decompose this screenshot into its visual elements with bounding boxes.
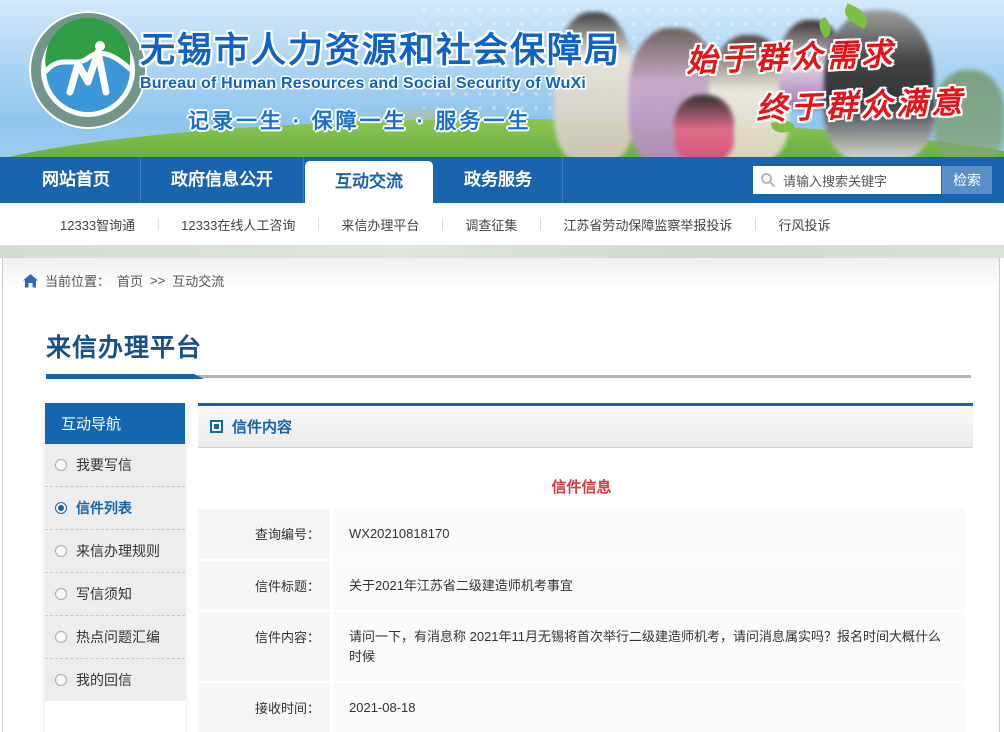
nav-item[interactable]: 政府信息公开 xyxy=(141,157,304,203)
home-icon xyxy=(23,274,38,288)
row-label: 信件内容： xyxy=(198,612,330,681)
bureau-logo-icon xyxy=(26,8,150,132)
radio-icon xyxy=(55,631,67,643)
sidebar-item-label: 热点问题汇编 xyxy=(76,627,160,647)
subnav-separator: ｜ xyxy=(534,216,546,233)
sidebar-item[interactable]: 热点问题汇编 xyxy=(45,616,185,659)
blue-square-icon xyxy=(210,420,223,433)
content-layout: 互动导航 我要写信信件列表来信办理规则写信须知热点问题汇编我的回信 信件内容 信… xyxy=(3,403,999,732)
letter-detail-table: 信件信息 查询编号：WX20210818170信件标题：关于2021年江苏省二级… xyxy=(198,468,965,732)
radio-icon xyxy=(55,545,67,557)
table-row: 查询编号：WX20210818170 xyxy=(198,509,965,559)
motto-line-1: 始于群众需求 xyxy=(685,28,896,80)
site-banner: 无锡市人力资源和社会保障局 Bureau of Human Resources … xyxy=(0,0,1004,157)
table-row: 信件标题：关于2021年江苏省二级建造师机考事宜 xyxy=(198,561,965,611)
sidebar-item[interactable]: 我要写信 xyxy=(45,444,185,487)
section-header: 信件内容 xyxy=(198,403,973,448)
subnav-separator: ｜ xyxy=(749,216,761,233)
sidebar-item[interactable]: 我的回信 xyxy=(45,659,185,701)
row-label: 接收时间： xyxy=(198,683,330,732)
page-container: 当前位置： 首页 >> 互动交流 来信办理平台 互动导航 我要写信信件列表来信办理… xyxy=(2,258,1000,732)
radio-icon xyxy=(55,502,67,514)
sidebar-items: 我要写信信件列表来信办理规则写信须知热点问题汇编我的回信 xyxy=(45,444,185,701)
site-title-english: Bureau of Human Resources and Social Sec… xyxy=(140,75,621,93)
subnav-item[interactable]: 江苏省劳动保障监察举报投诉 xyxy=(563,215,732,234)
sidebar-item[interactable]: 写信须知 xyxy=(45,573,185,616)
main-nav-items: 网站首页政府信息公开互动交流政务服务 xyxy=(0,157,563,203)
nav-item[interactable]: 互动交流 xyxy=(305,161,433,203)
site-slogan: 记录一生 · 保障一生 · 服务一生 xyxy=(188,105,621,135)
row-label: 信件标题： xyxy=(198,561,330,611)
subnav-item[interactable]: 行风投诉 xyxy=(778,215,830,234)
search-box: 检索 xyxy=(753,166,992,194)
search-button[interactable]: 检索 xyxy=(942,166,992,194)
subnav-separator: ｜ xyxy=(152,216,164,233)
radio-icon xyxy=(55,674,67,686)
subnav-item[interactable]: 12333在线人工咨询 xyxy=(181,215,295,234)
breadcrumb-prefix: 当前位置： xyxy=(45,271,110,290)
sidebar-item-label: 信件列表 xyxy=(76,498,132,518)
sidebar: 互动导航 我要写信信件列表来信办理规则写信须知热点问题汇编我的回信 xyxy=(45,403,185,732)
radio-icon xyxy=(55,588,67,600)
section-title: 信件内容 xyxy=(232,416,292,437)
nav-item[interactable]: 政务服务 xyxy=(434,157,563,203)
row-value: 2021-08-18 xyxy=(333,683,965,732)
decorative-strip xyxy=(0,246,1004,258)
subnav-item[interactable]: 12333智询通 xyxy=(60,215,135,234)
row-value: WX20210818170 xyxy=(333,509,965,559)
subnav-separator: ｜ xyxy=(312,216,324,233)
brand-block: 无锡市人力资源和社会保障局 Bureau of Human Resources … xyxy=(140,22,621,135)
sidebar-item[interactable]: 信件列表 xyxy=(45,487,185,530)
sidebar-item-label: 写信须知 xyxy=(76,584,132,604)
breadcrumb: 当前位置： 首页 >> 互动交流 xyxy=(3,258,999,302)
sidebar-header: 互动导航 xyxy=(45,403,185,444)
motto-line-2: 终于群众满意 xyxy=(755,76,966,128)
radio-icon xyxy=(55,459,67,471)
row-value: 请问一下，有消息称 2021年11月无锡将首次举行二级建造师机考，请问消息属实吗… xyxy=(333,612,965,681)
sidebar-item-label: 我要写信 xyxy=(76,455,132,475)
row-label: 查询编号： xyxy=(198,509,330,559)
subnav-item[interactable]: 调查征集 xyxy=(465,215,517,234)
secondary-navigation: 12333智询通 ｜ 12333在线人工咨询 ｜ 来信办理平台 ｜ 调查征集 ｜ 江苏省劳动保障… xyxy=(0,203,1004,246)
search-input[interactable] xyxy=(781,166,940,196)
page-title: 来信办理平台 xyxy=(46,328,999,364)
sidebar-item[interactable]: 来信办理规则 xyxy=(45,530,185,573)
main-navigation: 网站首页政府信息公开互动交流政务服务 检索 xyxy=(0,157,1004,203)
sidebar-item-label: 我的回信 xyxy=(76,670,132,690)
site-title: 无锡市人力资源和社会保障局 xyxy=(140,22,621,73)
table-title: 信件信息 xyxy=(198,468,965,509)
search-icon xyxy=(760,172,776,188)
main-panel: 信件内容 信件信息 查询编号：WX20210818170信件标题：关于2021年… xyxy=(198,403,973,732)
subnav-separator: ｜ xyxy=(436,216,448,233)
breadcrumb-current: 互动交流 xyxy=(172,271,224,290)
subnav-item[interactable]: 来信办理平台 xyxy=(341,215,419,234)
row-value: 关于2021年江苏省二级建造师机考事宜 xyxy=(333,561,965,611)
breadcrumb-separator: >> xyxy=(150,273,165,288)
breadcrumb-home-link[interactable]: 首页 xyxy=(117,271,143,290)
nav-item[interactable]: 网站首页 xyxy=(12,157,141,203)
table-row: 接收时间：2021-08-18 xyxy=(198,683,965,732)
sidebar-item-label: 来信办理规则 xyxy=(76,541,160,561)
title-underline xyxy=(46,374,971,379)
table-rows: 查询编号：WX20210818170信件标题：关于2021年江苏省二级建造师机考… xyxy=(198,509,965,732)
table-row: 信件内容：请问一下，有消息称 2021年11月无锡将首次举行二级建造师机考，请问… xyxy=(198,612,965,681)
